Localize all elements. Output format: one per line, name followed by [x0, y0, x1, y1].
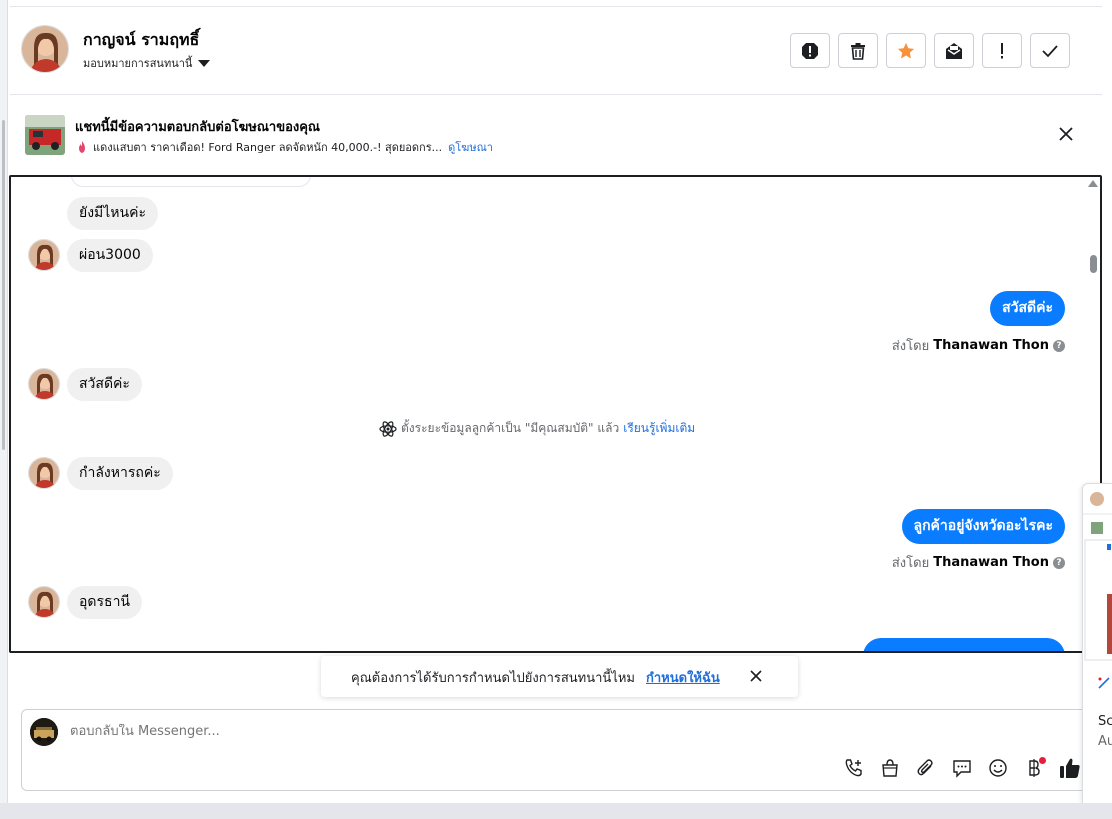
- scroll-up-arrow-icon[interactable]: [1088, 180, 1098, 187]
- toast-text: คุณต้องการได้รับการกำหนดไปยังการสนทนานี้…: [351, 671, 635, 686]
- close-icon[interactable]: [1056, 124, 1076, 144]
- shop-button[interactable]: [878, 756, 902, 780]
- contact-avatar-small: [28, 239, 60, 271]
- message-outgoing: สวัสดีค่ะ: [990, 291, 1065, 326]
- message-incoming: กำลังหารถค่ะ: [67, 457, 173, 490]
- learn-more-link[interactable]: เรียนรู้เพิ่มเติม: [623, 419, 695, 438]
- system-notice-text: ตั้งระยะข้อมูลลูกค้าเป็น "มีคุณสมบัติ" แ…: [401, 421, 620, 435]
- spam-alert-icon: [802, 42, 818, 59]
- fire-icon: [79, 141, 85, 153]
- assign-label: มอบหมายการสนทนานี้: [83, 57, 193, 70]
- conversation-header: กาญจน์ รามฤทธิ์ มอบหมายการสนทนานี้: [10, 6, 1102, 95]
- contact-name: กาญจน์ รามฤทธิ์: [83, 30, 200, 49]
- message-incoming: สวัสดีค่ะ: [67, 368, 142, 401]
- ad-thumbnail[interactable]: [25, 115, 65, 155]
- message-incoming: ผ่อน3000: [67, 239, 153, 272]
- contact-avatar-small: [28, 457, 60, 489]
- side-notification-popup[interactable]: Sc Au: [1082, 483, 1112, 815]
- message-incoming: ยังมีไหนค่ะ: [67, 197, 158, 230]
- sent-by-label: ส่งโดย Thanawan Thon ?: [892, 335, 1065, 356]
- sent-by-name: Thanawan Thon: [933, 555, 1049, 570]
- sent-by-name: Thanawan Thon: [933, 338, 1049, 353]
- message-input[interactable]: [70, 724, 770, 739]
- contact-avatar[interactable]: [21, 25, 69, 73]
- contact-avatar-small: [28, 368, 60, 400]
- like-button[interactable]: [1058, 756, 1082, 780]
- message-outgoing-partial: [863, 638, 1065, 651]
- side-popup-line2: Au: [1098, 734, 1112, 749]
- delete-button[interactable]: [838, 33, 878, 68]
- emoji-icon: [989, 759, 1007, 777]
- inbox-page: กาญจน์ รามฤทธิ์ มอบหมายการสนทนานี้ แชทนี…: [0, 0, 1112, 819]
- thumbs-up-icon: [1060, 758, 1080, 778]
- assign-dropdown[interactable]: มอบหมายการสนทนานี้: [83, 54, 211, 72]
- call-button[interactable]: [842, 756, 866, 780]
- header-toolbar: [790, 33, 1070, 68]
- partial-attachment-card: [71, 177, 311, 187]
- left-scrollbar[interactable]: [0, 0, 8, 819]
- ad-banner-subtitle: แดงแสบตา ราคาเดือด! Ford Ranger ลดจัดหนั…: [77, 138, 493, 156]
- payment-button[interactable]: [1022, 756, 1046, 780]
- notification-dot: [1039, 757, 1046, 764]
- message-incoming: อุดรธานี: [67, 586, 142, 619]
- side-popup-line1: Sc: [1098, 714, 1112, 729]
- saved-replies-button[interactable]: [950, 756, 974, 780]
- composer-toolbar: [842, 756, 1082, 780]
- attach-button[interactable]: [914, 756, 938, 780]
- page-avatar: [30, 718, 58, 746]
- help-icon[interactable]: ?: [1053, 339, 1065, 352]
- trash-icon: [851, 42, 865, 60]
- message-outgoing: ลูกค้าอยู่จังหวัดอะไรคะ: [901, 509, 1065, 544]
- contact-avatar-small: [28, 586, 60, 618]
- ad-banner-title: แชทนี้มีข้อความตอบกลับต่อโฆษณาของคุณ: [75, 120, 320, 135]
- message-thread[interactable]: ยังมีไหนค่ะ ผ่อน3000 สวัสดีค่ะ ส่งโดย Th…: [9, 175, 1102, 653]
- exclamation-icon: [1001, 42, 1003, 58]
- spam-alert-button[interactable]: [790, 33, 830, 68]
- bottom-bar: [0, 803, 1112, 819]
- star-button[interactable]: [886, 33, 926, 68]
- mark-unread-button[interactable]: [934, 33, 974, 68]
- view-ad-link[interactable]: ดูโฆษณา: [448, 138, 493, 156]
- ad-reply-banner: แชทนี้มีข้อความตอบกลับต่อโฆษณาของคุณ แดง…: [10, 96, 1102, 174]
- check-icon: [1042, 44, 1058, 57]
- follow-up-button[interactable]: [982, 33, 1022, 68]
- chat-bubble-icon: [953, 760, 971, 778]
- sent-by-label: ส่งโดย Thanawan Thon ?: [892, 552, 1065, 573]
- assign-suggestion-toast: คุณต้องการได้รับการกำหนดไปยังการสนทนานี้…: [321, 656, 798, 697]
- link-icon: [1098, 677, 1110, 689]
- ad-headline: แดงแสบตา ราคาเดือด! Ford Ranger ลดจัดหนั…: [93, 141, 443, 154]
- phone-add-icon: [845, 759, 862, 777]
- paperclip-icon: [917, 759, 933, 776]
- sent-by-prefix: ส่งโดย: [891, 339, 930, 354]
- atom-icon: [379, 420, 397, 437]
- shopping-bag-icon: [882, 759, 898, 777]
- assign-to-me-link[interactable]: กำหนดให้ฉัน: [646, 667, 720, 688]
- scroll-thumb[interactable]: [1090, 255, 1097, 273]
- help-icon[interactable]: ?: [1053, 556, 1065, 569]
- mark-done-button[interactable]: [1030, 33, 1070, 68]
- mark-unread-icon: [946, 42, 962, 59]
- reply-composer: [21, 709, 1093, 791]
- side-popup-preview: [1083, 492, 1112, 661]
- star-icon: [897, 42, 915, 58]
- emoji-button[interactable]: [986, 756, 1010, 780]
- system-notice: ตั้งระยะข้อมูลลูกค้าเป็น "มีคุณสมบัติ" แ…: [379, 419, 695, 438]
- close-icon[interactable]: [748, 668, 764, 684]
- sent-by-prefix: ส่งโดย: [891, 556, 930, 571]
- chevron-down-icon: [198, 59, 211, 67]
